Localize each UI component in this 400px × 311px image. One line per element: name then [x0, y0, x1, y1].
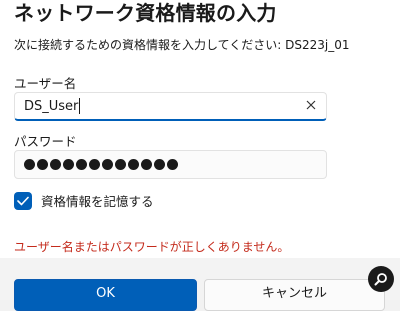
password-dot — [167, 159, 178, 170]
remember-checkbox[interactable] — [14, 191, 32, 210]
remember-label: 資格情報を記憶する — [41, 194, 154, 209]
dialog-description: 次に接続するための資格情報を入力してください: DS223j_01 — [14, 38, 350, 52]
dialog-title: ネットワーク資格情報の入力 — [14, 1, 277, 25]
password-dot — [76, 159, 87, 170]
password-dot — [128, 159, 139, 170]
remember-credentials-row[interactable]: 資格情報を記憶する — [14, 191, 154, 210]
password-dot — [102, 159, 113, 170]
dialog-content: ネットワーク資格情報の入力 次に接続するための資格情報を入力してください: DS… — [0, 0, 400, 258]
password-dot — [63, 159, 74, 170]
password-dot — [50, 159, 61, 170]
password-dot — [154, 159, 165, 170]
text-caret — [79, 97, 81, 114]
username-value: DS_User — [24, 99, 79, 114]
password-mask — [24, 156, 178, 170]
password-dot — [115, 159, 126, 170]
password-field[interactable] — [14, 150, 327, 179]
ok-button[interactable]: OK — [14, 279, 197, 311]
password-dot — [141, 159, 152, 170]
password-label: パスワード — [14, 134, 77, 149]
cancel-button[interactable]: キャンセル — [204, 279, 385, 311]
checkmark-icon — [17, 196, 29, 205]
password-dot — [37, 159, 48, 170]
error-message: ユーザー名またはパスワードが正しくありません。 — [14, 240, 290, 254]
password-dot — [89, 159, 100, 170]
password-dot — [24, 159, 35, 170]
username-field[interactable]: DS_User — [14, 92, 327, 121]
search-icon[interactable] — [368, 266, 394, 292]
close-icon[interactable] — [302, 97, 320, 115]
credential-dialog: ネットワーク資格情報の入力 次に接続するための資格情報を入力してください: DS… — [0, 0, 400, 311]
username-label: ユーザー名 — [14, 76, 77, 91]
